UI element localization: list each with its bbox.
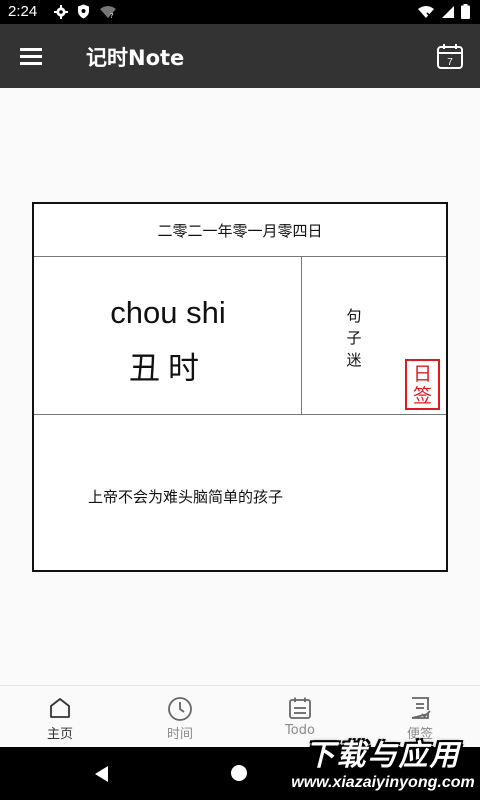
quote-cell: 上帝不会为难头脑简单的孩子	[34, 416, 446, 570]
cell-signal-icon	[442, 5, 454, 18]
daily-seal: 日 签	[405, 359, 440, 410]
daily-card: 二零二一年零一月零四日 chou shi 丑时 句 子 迷 日 签 上帝不会为难…	[32, 202, 448, 572]
card-date: 二零二一年零一月零四日	[157, 221, 323, 240]
todo-calendar-icon	[289, 697, 311, 719]
daily-quote: 上帝不会为难头脑简单的孩子	[88, 488, 284, 506]
app-bar: 记时Note 7	[0, 24, 480, 88]
app-title: 记时Note	[86, 46, 185, 70]
nav-home-label: 主页	[46, 727, 73, 742]
wifi-off-icon	[418, 5, 434, 19]
back-icon[interactable]	[92, 764, 112, 784]
clock-icon	[168, 697, 192, 721]
watermark-url: www.xiazaiyinyong.com	[291, 774, 475, 791]
nav-home[interactable]: 主页	[0, 686, 120, 747]
status-time: 2:24	[8, 3, 38, 20]
source-cell: 句 子 迷 日 签	[302, 257, 446, 415]
shield-icon	[78, 4, 89, 19]
hour-name: 丑时	[129, 351, 207, 387]
calendar-day: 7	[447, 57, 453, 68]
watermark: 下载与应用 www.xiazaiyinyong.com	[286, 730, 480, 800]
calendar-icon: 7	[437, 44, 463, 69]
quote-source: 句 子 迷	[346, 307, 362, 369]
battery-icon	[461, 4, 470, 19]
status-bar: 2:24 ?	[0, 0, 480, 24]
hour-cell: chou shi 丑时	[34, 257, 302, 415]
calendar-button[interactable]: 7	[436, 43, 464, 71]
menu-icon	[20, 48, 42, 51]
nav-time-label: 时间	[166, 727, 193, 742]
wifi-question-icon: ?	[100, 5, 116, 19]
watermark-main: 下载与应用	[305, 738, 461, 772]
date-row: 二零二一年零一月零四日	[34, 204, 446, 257]
settings-gear-icon	[54, 4, 68, 19]
hour-pinyin: chou shi	[110, 295, 226, 330]
menu-button[interactable]	[20, 46, 46, 66]
note-check-icon	[411, 697, 431, 719]
svg-text:?: ?	[110, 12, 114, 19]
home-button[interactable]	[231, 765, 247, 781]
nav-time[interactable]: 时间	[120, 686, 240, 747]
home-icon	[50, 698, 70, 718]
